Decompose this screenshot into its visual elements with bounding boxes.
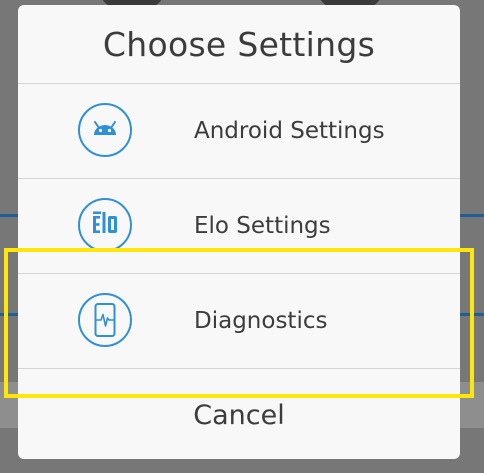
cancel-button[interactable]: Cancel: [18, 380, 460, 452]
divider: [18, 368, 460, 369]
android-icon: [78, 103, 132, 157]
diagnostics-icon: [78, 293, 132, 347]
background-divider: [460, 214, 484, 217]
background-divider: [460, 313, 484, 316]
elo-logo-icon: [78, 198, 132, 252]
option-label: Android Settings: [194, 118, 385, 144]
background-tile: [0, 382, 18, 428]
background-tile: [460, 382, 484, 428]
choose-settings-dialog: Choose Settings Android Settings Elo Set…: [18, 5, 460, 459]
option-label: Elo Settings: [194, 213, 331, 239]
android-settings-option[interactable]: Android Settings: [18, 84, 460, 178]
background-divider: [0, 214, 18, 217]
elo-settings-option[interactable]: Elo Settings: [18, 179, 460, 273]
background-divider: [0, 313, 18, 316]
diagnostics-option[interactable]: Diagnostics: [18, 274, 460, 368]
dialog-title: Choose Settings: [102, 25, 376, 64]
option-label: Diagnostics: [194, 308, 328, 334]
